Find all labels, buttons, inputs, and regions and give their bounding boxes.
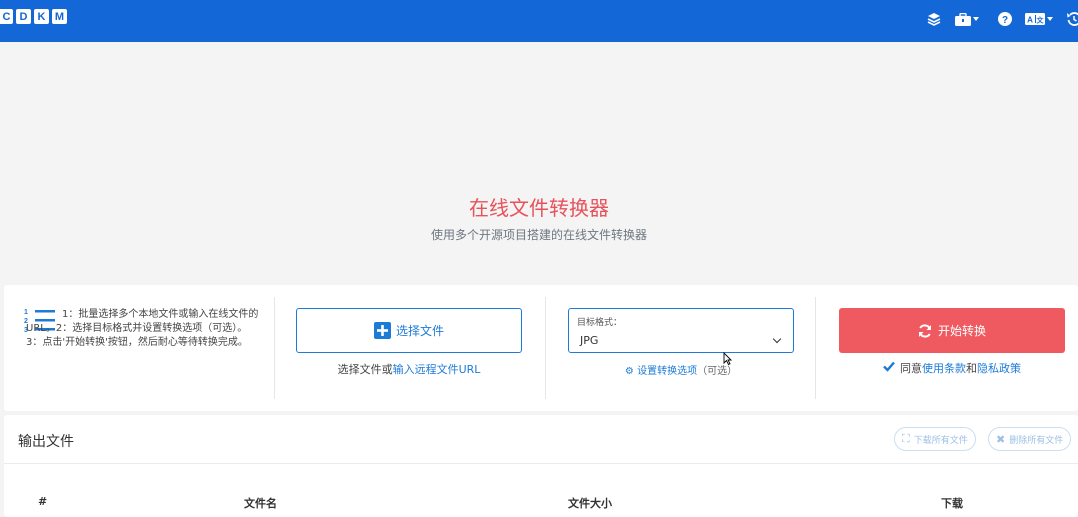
- page-title: 在线文件转换器: [469, 196, 609, 220]
- column-header-download: 下载: [941, 497, 963, 510]
- remote-url-link[interactable]: 输入远程文件URL: [393, 363, 481, 376]
- mouse-cursor: [723, 350, 733, 369]
- delete-all-button[interactable]: ✖ 删除所有文件: [988, 427, 1072, 451]
- column-header-filesize: 文件大小: [568, 497, 612, 510]
- refresh-icon: [918, 323, 932, 338]
- divider: [4, 463, 1078, 464]
- chevron-down-icon: [973, 17, 979, 21]
- site-logo[interactable]: C D K M: [0, 9, 67, 24]
- start-conversion-label: 开始转换: [937, 324, 986, 338]
- converter-panel: 1 2 3 1：批量选择多个本地文件或输入在线文件的URL。2：选择目标格式并设…: [4, 285, 1078, 411]
- svg-text:A: A: [1027, 16, 1033, 25]
- help-icon[interactable]: ?: [998, 11, 1012, 27]
- svg-text:?: ?: [1002, 15, 1008, 26]
- instructions-text: 1：批量选择多个本地文件或输入在线文件的URL。2：选择目标格式并设置转换选项（…: [26, 309, 259, 348]
- gear-icon[interactable]: ⚙: [625, 366, 634, 377]
- conversion-settings-link[interactable]: 设置转换选项: [637, 366, 697, 377]
- download-all-button[interactable]: ⛶ 下载所有文件: [894, 427, 976, 451]
- history-icon[interactable]: [1067, 11, 1078, 27]
- chevron-down-icon: [772, 334, 782, 344]
- target-format-label: 目标格式：: [577, 318, 623, 328]
- language-icon[interactable]: A文: [1025, 11, 1053, 27]
- output-files-panel: 输出文件 ⛶ 下载所有文件 ✖ 删除所有文件 # 文件名 文件大小 下载: [4, 415, 1078, 517]
- choose-file-button[interactable]: 选择文件: [296, 308, 522, 353]
- column-header-filename: 文件名: [244, 497, 277, 510]
- download-all-label: 下载所有文件: [913, 435, 968, 446]
- choose-file-hint: 选择文件或输入远程文件URL: [296, 361, 522, 377]
- divider: [815, 297, 816, 399]
- choose-file-label: 选择文件: [395, 324, 444, 338]
- logo-letter: K: [34, 9, 49, 24]
- target-format-select[interactable]: 目标格式： JPG: [568, 308, 794, 353]
- logo-letter: M: [52, 9, 67, 24]
- hint-text: 选择文件或: [337, 363, 393, 376]
- divider: [545, 297, 546, 399]
- expand-icon: ⛶: [902, 432, 910, 445]
- output-files-title: 输出文件: [18, 434, 74, 450]
- divider: [274, 297, 275, 399]
- logo-letter: D: [16, 9, 31, 24]
- layers-icon[interactable]: [927, 11, 941, 27]
- start-conversion-button[interactable]: 开始转换: [839, 308, 1065, 353]
- terms-link[interactable]: 使用条款: [922, 360, 966, 376]
- logo-letter: C: [0, 9, 13, 24]
- page-subtitle: 使用多个开源项目搭建的在线文件转换器: [430, 228, 647, 242]
- plus-icon: [373, 322, 391, 339]
- top-navbar: C D K M ? A文: [0, 0, 1078, 42]
- toolbox-icon[interactable]: [955, 11, 979, 27]
- conversion-settings: ⚙ 设置转换选项（可选）: [568, 362, 794, 377]
- terms-agreement: 同意 使用条款和隐私政策: [839, 360, 1065, 376]
- close-icon: ✖: [996, 432, 1006, 446]
- delete-all-label: 删除所有文件: [1009, 435, 1064, 446]
- chevron-down-icon: [1047, 17, 1053, 21]
- privacy-link[interactable]: 隐私政策: [977, 360, 1021, 376]
- svg-text:文: 文: [1037, 16, 1045, 25]
- agree-text: 同意: [900, 362, 922, 375]
- and-text: 和: [966, 362, 977, 375]
- target-format-value: JPG: [580, 334, 599, 347]
- column-header-index: #: [38, 495, 48, 508]
- checkbox-checked-icon[interactable]: [883, 361, 895, 375]
